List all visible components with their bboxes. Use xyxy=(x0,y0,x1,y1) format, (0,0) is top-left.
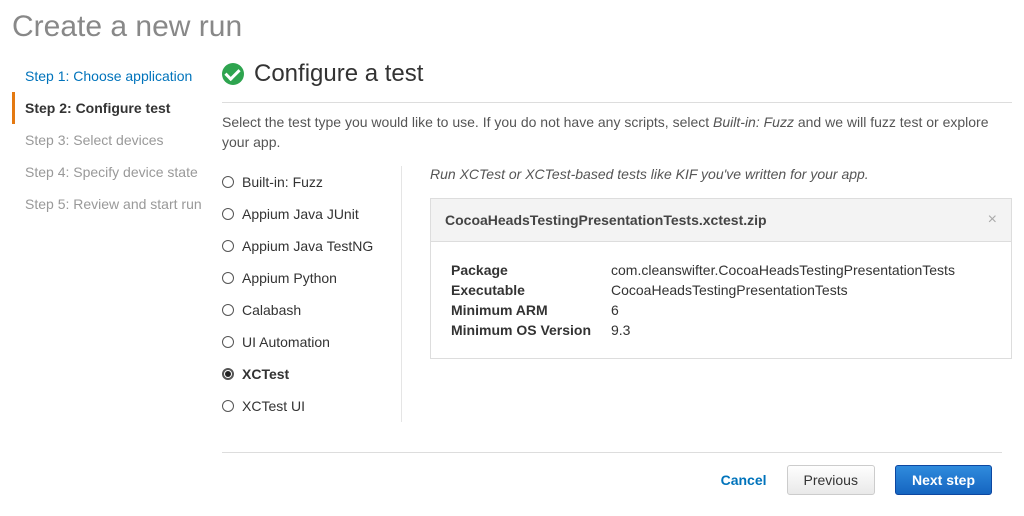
radio-icon xyxy=(222,272,234,284)
radio-icon xyxy=(222,336,234,348)
test-option-ui-automation[interactable]: UI Automation xyxy=(222,326,391,358)
previous-button[interactable]: Previous xyxy=(787,465,875,495)
radio-icon xyxy=(222,176,234,188)
close-icon[interactable]: × xyxy=(988,211,997,229)
test-option-builtin-fuzz[interactable]: Built-in: Fuzz xyxy=(222,166,391,198)
section-title: Configure a test xyxy=(254,60,423,88)
uploaded-file-name: CocoaHeadsTestingPresentationTests.xctes… xyxy=(445,212,767,228)
desc-pre: Select the test type you would like to u… xyxy=(222,114,713,130)
uploaded-file-panel: CocoaHeadsTestingPresentationTests.xctes… xyxy=(430,198,1012,359)
test-option-appium-python[interactable]: Appium Python xyxy=(222,262,391,294)
divider xyxy=(222,102,1012,103)
test-option-label: Appium Java TestNG xyxy=(242,238,373,254)
success-icon xyxy=(222,63,244,85)
page-title: Create a new run xyxy=(0,0,1024,60)
test-option-xctest-ui[interactable]: XCTest UI xyxy=(222,390,391,422)
executable-label: Executable xyxy=(451,282,611,298)
test-option-label: Appium Java JUnit xyxy=(242,206,359,222)
test-option-label: XCTest UI xyxy=(242,398,305,414)
test-option-label: UI Automation xyxy=(242,334,330,350)
radio-icon xyxy=(222,304,234,316)
step-review-start: Step 5: Review and start run xyxy=(12,188,204,220)
test-option-label: Calabash xyxy=(242,302,301,318)
next-step-button[interactable]: Next step xyxy=(895,465,992,495)
package-value: com.cleanswifter.CocoaHeadsTestingPresen… xyxy=(611,262,955,278)
test-option-label: Built-in: Fuzz xyxy=(242,174,323,190)
desc-em: Built-in: Fuzz xyxy=(713,114,794,130)
executable-value: CocoaHeadsTestingPresentationTests xyxy=(611,282,848,298)
test-option-label: Appium Python xyxy=(242,270,337,286)
step-select-devices: Step 3: Select devices xyxy=(12,124,204,156)
test-option-appium-java-testng[interactable]: Appium Java TestNG xyxy=(222,230,391,262)
main-panel: Configure a test Select the test type yo… xyxy=(222,60,1012,495)
test-option-xctest[interactable]: XCTest xyxy=(222,358,391,390)
footer-actions: Cancel Previous Next step xyxy=(222,452,1002,495)
step-specify-device-state: Step 4: Specify device state xyxy=(12,156,204,188)
step-choose-application[interactable]: Step 1: Choose application xyxy=(12,60,204,92)
cancel-button[interactable]: Cancel xyxy=(721,472,767,488)
test-option-label: XCTest xyxy=(242,366,289,382)
package-label: Package xyxy=(451,262,611,278)
section-description: Select the test type you would like to u… xyxy=(222,113,1012,166)
radio-icon xyxy=(222,400,234,412)
min-os-label: Minimum OS Version xyxy=(451,322,611,338)
test-detail: Run XCTest or XCTest-based tests like KI… xyxy=(402,166,1012,422)
test-option-calabash[interactable]: Calabash xyxy=(222,294,391,326)
test-option-appium-java-junit[interactable]: Appium Java JUnit xyxy=(222,198,391,230)
wizard-steps: Step 1: Choose application Step 2: Confi… xyxy=(12,60,222,495)
min-arm-value: 6 xyxy=(611,302,619,318)
radio-icon xyxy=(222,240,234,252)
min-arm-label: Minimum ARM xyxy=(451,302,611,318)
test-type-list: Built-in: Fuzz Appium Java JUnit Appium … xyxy=(222,166,402,422)
radio-icon xyxy=(222,208,234,220)
test-detail-headline: Run XCTest or XCTest-based tests like KI… xyxy=(430,166,1012,182)
min-os-value: 9.3 xyxy=(611,322,630,338)
step-configure-test[interactable]: Step 2: Configure test xyxy=(12,92,204,124)
radio-icon xyxy=(222,368,234,380)
